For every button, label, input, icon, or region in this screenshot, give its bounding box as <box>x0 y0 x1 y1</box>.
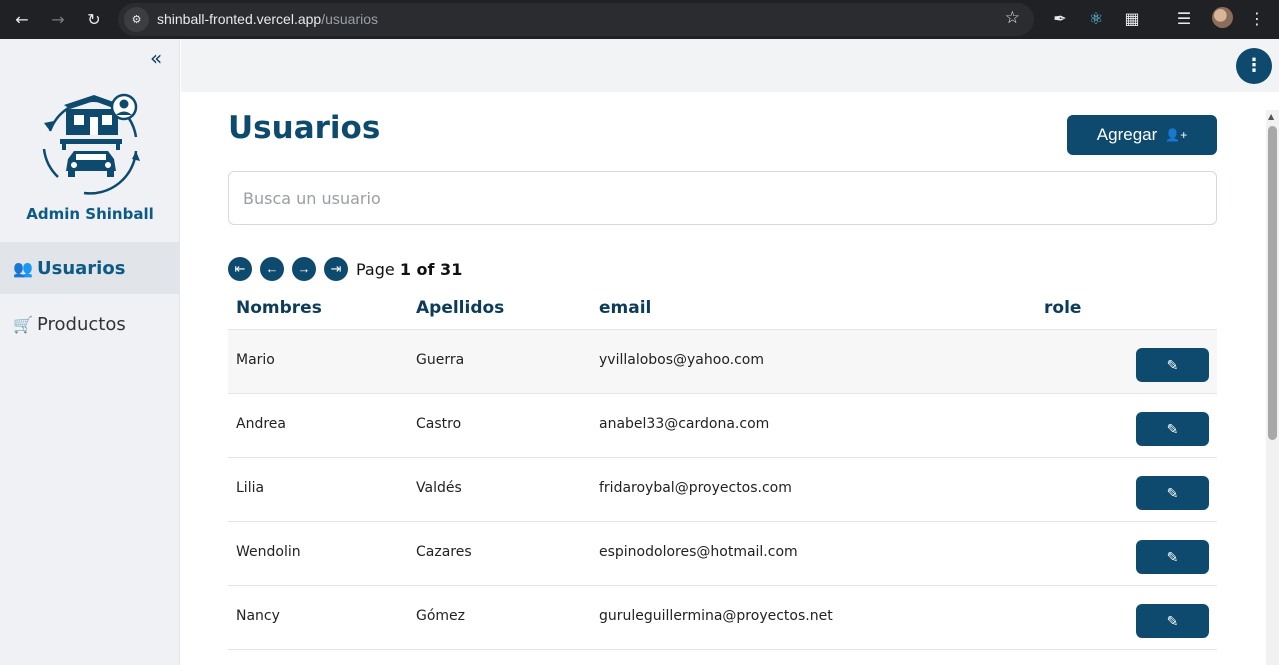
site-info-icon[interactable]: ⚙ <box>124 7 149 32</box>
cell-nombres: Nancy <box>236 608 280 624</box>
url-host: shinball-fronted.vercel.app <box>157 11 322 27</box>
cart-icon: 🛒 <box>13 314 33 334</box>
cell-nombres: Andrea <box>236 416 286 432</box>
edit-button[interactable]: ✎ <box>1136 412 1209 446</box>
add-user-button[interactable]: Agregar 👤+ <box>1067 115 1217 155</box>
table-row: Lilia Valdés fridaroybal@proyectos.com ✎ <box>228 458 1217 522</box>
page-value: 1 of 31 <box>399 259 463 279</box>
last-page-icon[interactable]: ⇥ <box>324 257 348 281</box>
top-bar <box>181 39 1279 92</box>
edit-button[interactable]: ✎ <box>1136 348 1209 382</box>
edit-button[interactable]: ✎ <box>1136 476 1209 510</box>
back-icon[interactable]: ← <box>8 6 36 34</box>
edit-icon: ✎ <box>1166 549 1179 565</box>
page-title: Usuarios <box>228 110 381 146</box>
edit-button[interactable]: ✎ <box>1136 604 1209 638</box>
sidebar-item-label: Usuarios <box>37 257 126 279</box>
scroll-up-icon[interactable]: ▲ <box>1268 112 1274 121</box>
page-label: Page <box>356 259 395 279</box>
next-page-icon[interactable]: → <box>292 257 316 281</box>
cell-apellidos: Gómez <box>416 608 466 624</box>
users-icon: 👥 <box>13 258 33 278</box>
profile-avatar[interactable] <box>1212 7 1233 28</box>
sidebar-item-usuarios[interactable]: 👥 Usuarios <box>0 242 180 294</box>
first-page-icon[interactable]: ⇤ <box>228 257 252 281</box>
extensions-puzzle-icon[interactable]: ▦ <box>1120 6 1144 32</box>
user-plus-icon: 👤+ <box>1165 128 1188 142</box>
react-devtools-icon[interactable]: ⚛ <box>1084 6 1108 32</box>
edit-button[interactable]: ✎ <box>1136 540 1209 574</box>
url-path: /usuarios <box>321 11 379 27</box>
admin-logo-icon <box>42 93 140 195</box>
url-text: shinball-fronted.vercel.app/usuarios <box>157 11 378 27</box>
table-row: Mario Guerra yvillalobos@yahoo.com ✎ <box>228 330 1217 394</box>
search-input[interactable] <box>228 171 1217 225</box>
cell-email: espinodolores@hotmail.com <box>599 544 798 560</box>
edit-icon: ✎ <box>1166 421 1179 437</box>
sidebar-item-label: Productos <box>37 313 126 335</box>
column-header-email[interactable]: email <box>599 298 651 318</box>
cell-nombres: Wendolin <box>236 544 301 560</box>
bookmark-star-icon[interactable]: ☆ <box>1005 8 1020 28</box>
cell-nombres: Lilia <box>236 480 265 496</box>
more-options-icon[interactable]: ⋮ <box>1236 48 1272 84</box>
cell-email: yvillalobos@yahoo.com <box>599 352 764 368</box>
previous-page-icon[interactable]: ← <box>260 257 284 281</box>
cell-apellidos: Guerra <box>416 352 465 368</box>
reload-icon[interactable]: ↻ <box>80 6 108 34</box>
cell-apellidos: Valdés <box>416 480 462 496</box>
cell-apellidos: Cazares <box>416 544 472 560</box>
cell-nombres: Mario <box>236 352 275 368</box>
cell-email: guruleguillermina@proyectos.net <box>599 608 833 624</box>
collapse-sidebar-icon[interactable]: « <box>150 48 162 68</box>
table-row: Andrea Castro anabel33@cardona.com ✎ <box>228 394 1217 458</box>
table-row: Nancy Gómez guruleguillermina@proyectos.… <box>228 586 1217 650</box>
pagination: ⇤ ← → ⇥ Page 1 of 31 <box>228 257 462 281</box>
column-header-role[interactable]: role <box>1044 298 1081 318</box>
forward-icon[interactable]: → <box>44 6 72 34</box>
page-indicator: Page 1 of 31 <box>356 260 462 279</box>
eyedropper-extension-icon[interactable]: ✒ <box>1048 6 1072 32</box>
browser-toolbar: ← → ↻ ⚙ shinball-fronted.vercel.app/usua… <box>0 0 1279 39</box>
scrollbar-thumb[interactable] <box>1268 126 1277 440</box>
cell-email: anabel33@cardona.com <box>599 416 770 432</box>
sidebar: « Admin Shinball 👥 Usuarios 🛒 Productos <box>0 39 180 665</box>
table-header: Nombres Apellidos email role <box>228 289 1217 330</box>
browser-menu-icon[interactable]: ⋮ <box>1245 6 1269 32</box>
add-user-label: Agregar <box>1096 125 1158 144</box>
column-header-apellidos[interactable]: Apellidos <box>416 298 504 318</box>
cell-email: fridaroybal@proyectos.com <box>599 480 792 496</box>
address-bar[interactable]: ⚙ shinball-fronted.vercel.app/usuarios ☆ <box>118 3 1034 36</box>
cell-apellidos: Castro <box>416 416 462 432</box>
table-row: Wendolin Cazares espinodolores@hotmail.c… <box>228 522 1217 586</box>
edit-icon: ✎ <box>1166 485 1179 501</box>
column-header-nombres[interactable]: Nombres <box>236 298 322 318</box>
edit-icon: ✎ <box>1166 613 1179 629</box>
media-queue-icon[interactable]: ☰ <box>1172 6 1196 32</box>
edit-icon: ✎ <box>1166 357 1179 373</box>
brand-name: Admin Shinball <box>26 205 154 223</box>
sidebar-item-productos[interactable]: 🛒 Productos <box>0 298 180 350</box>
